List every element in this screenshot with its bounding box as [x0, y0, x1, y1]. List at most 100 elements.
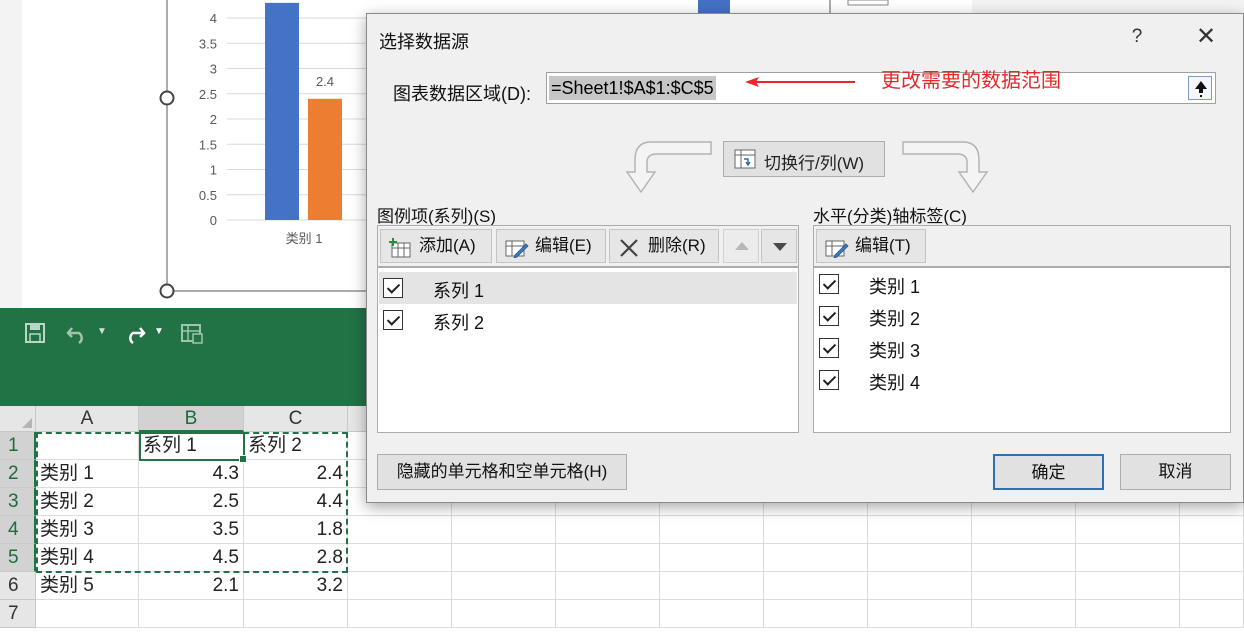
- table-cell[interactable]: [764, 544, 868, 572]
- list-item[interactable]: 系列 2: [379, 304, 797, 336]
- table-cell[interactable]: [1180, 572, 1244, 600]
- table-cell[interactable]: [1076, 600, 1180, 628]
- table-cell[interactable]: 4.3: [139, 460, 244, 488]
- column-header-b[interactable]: B: [139, 406, 244, 432]
- table-cell[interactable]: [1180, 516, 1244, 544]
- add-series-button[interactable]: 添加(A): [380, 229, 492, 263]
- table-cell[interactable]: [972, 572, 1076, 600]
- category-checkbox[interactable]: [819, 306, 839, 326]
- table-cell[interactable]: 类别 1: [36, 460, 139, 488]
- move-down-button[interactable]: [761, 229, 797, 263]
- list-item[interactable]: 类别 2: [815, 300, 1229, 332]
- save-icon[interactable]: [24, 322, 46, 350]
- table-cell[interactable]: [556, 516, 660, 544]
- table-cell[interactable]: [660, 516, 764, 544]
- table-cell[interactable]: 4.4: [244, 488, 348, 516]
- table-cell[interactable]: [348, 544, 452, 572]
- table-cell[interactable]: [660, 544, 764, 572]
- table-cell[interactable]: [868, 544, 972, 572]
- legend-series-list[interactable]: 系列 1 系列 2: [377, 267, 799, 433]
- table-cell[interactable]: 类别 3: [36, 516, 139, 544]
- list-item[interactable]: 类别 4: [815, 364, 1229, 396]
- table-cell[interactable]: 系列 2: [244, 432, 348, 460]
- table-cell[interactable]: [452, 572, 556, 600]
- table-cell[interactable]: 2.1: [139, 572, 244, 600]
- table-cell[interactable]: [452, 516, 556, 544]
- table-cell[interactable]: [36, 432, 139, 460]
- select-all-corner[interactable]: [0, 406, 36, 432]
- table-cell[interactable]: 类别 5: [36, 572, 139, 600]
- column-header-c[interactable]: C: [244, 406, 348, 432]
- table-cell[interactable]: [764, 600, 868, 628]
- hidden-empty-cells-button[interactable]: 隐藏的单元格和空单元格(H): [377, 454, 627, 490]
- table-cell[interactable]: 3.2: [244, 572, 348, 600]
- table-cell[interactable]: 2.8: [244, 544, 348, 572]
- table-cell[interactable]: [452, 544, 556, 572]
- table-cell[interactable]: [556, 600, 660, 628]
- list-item[interactable]: 类别 1: [815, 268, 1229, 300]
- row-header[interactable]: 3: [0, 488, 36, 516]
- table-cell[interactable]: [972, 544, 1076, 572]
- table-cell[interactable]: [868, 600, 972, 628]
- table-cell[interactable]: [348, 516, 452, 544]
- series-checkbox[interactable]: [383, 278, 403, 298]
- table-cell[interactable]: 系列 1: [139, 432, 244, 460]
- cancel-button[interactable]: 取消: [1120, 454, 1231, 490]
- table-cell[interactable]: 1.8: [244, 516, 348, 544]
- table-cell[interactable]: [972, 600, 1076, 628]
- category-checkbox[interactable]: [819, 338, 839, 358]
- redo-icon[interactable]: [122, 322, 146, 350]
- table-cell[interactable]: 类别 4: [36, 544, 139, 572]
- table-cell[interactable]: [556, 572, 660, 600]
- redo-dropdown-icon[interactable]: ▼: [154, 326, 164, 337]
- list-item[interactable]: 系列 1: [379, 272, 797, 304]
- table-cell[interactable]: 2.4: [244, 460, 348, 488]
- chart-bar-series-2[interactable]: [308, 98, 342, 220]
- close-button[interactable]: ✕: [1193, 24, 1219, 50]
- collapse-dialog-icon[interactable]: [1188, 76, 1212, 100]
- table-cell[interactable]: 类别 2: [36, 488, 139, 516]
- table-cell[interactable]: [660, 572, 764, 600]
- table-cell[interactable]: [868, 572, 972, 600]
- row-header[interactable]: 7: [0, 600, 36, 628]
- move-up-button[interactable]: [723, 229, 759, 263]
- table-cell[interactable]: [1076, 516, 1180, 544]
- table-cell[interactable]: 4.5: [139, 544, 244, 572]
- table-cell[interactable]: [1076, 544, 1180, 572]
- table-cell[interactable]: [244, 600, 348, 628]
- row-header[interactable]: 2: [0, 460, 36, 488]
- table-cell[interactable]: [36, 600, 139, 628]
- table-cell[interactable]: 3.5: [139, 516, 244, 544]
- undo-dropdown-icon[interactable]: ▼: [97, 326, 107, 337]
- table-cell[interactable]: [660, 600, 764, 628]
- list-item[interactable]: 类别 3: [815, 332, 1229, 364]
- table-cell[interactable]: [764, 516, 868, 544]
- table-cell[interactable]: [1076, 572, 1180, 600]
- table-cell[interactable]: [348, 572, 452, 600]
- row-header[interactable]: 6: [0, 572, 36, 600]
- column-header-a[interactable]: A: [36, 406, 139, 432]
- undo-icon[interactable]: [66, 322, 90, 350]
- row-header[interactable]: 4: [0, 516, 36, 544]
- edit-series-button[interactable]: 编辑(E): [496, 229, 606, 263]
- edit-axis-labels-button[interactable]: 编辑(T): [816, 229, 926, 263]
- row-header[interactable]: 5: [0, 544, 36, 572]
- row-header[interactable]: 1: [0, 432, 36, 460]
- delete-series-button[interactable]: 删除(R): [609, 229, 719, 263]
- table-cell[interactable]: [764, 572, 868, 600]
- table-cell[interactable]: [139, 600, 244, 628]
- resize-handle-bottom-left[interactable]: [159, 283, 175, 299]
- table-cell[interactable]: [1180, 544, 1244, 572]
- category-checkbox[interactable]: [819, 370, 839, 390]
- table-cell[interactable]: [348, 600, 452, 628]
- table-cell[interactable]: [452, 600, 556, 628]
- table-cell[interactable]: [1180, 600, 1244, 628]
- ok-button[interactable]: 确定: [993, 454, 1104, 490]
- axis-labels-list[interactable]: 类别 1 类别 2 类别 3 类别 4: [813, 267, 1231, 433]
- resize-handle-left[interactable]: [159, 90, 175, 106]
- chart-bar-series-1[interactable]: [265, 2, 299, 220]
- switch-row-column-button[interactable]: 切换行/列(W): [723, 141, 885, 177]
- table-icon[interactable]: [180, 322, 204, 350]
- table-cell[interactable]: 2.5: [139, 488, 244, 516]
- category-checkbox[interactable]: [819, 274, 839, 294]
